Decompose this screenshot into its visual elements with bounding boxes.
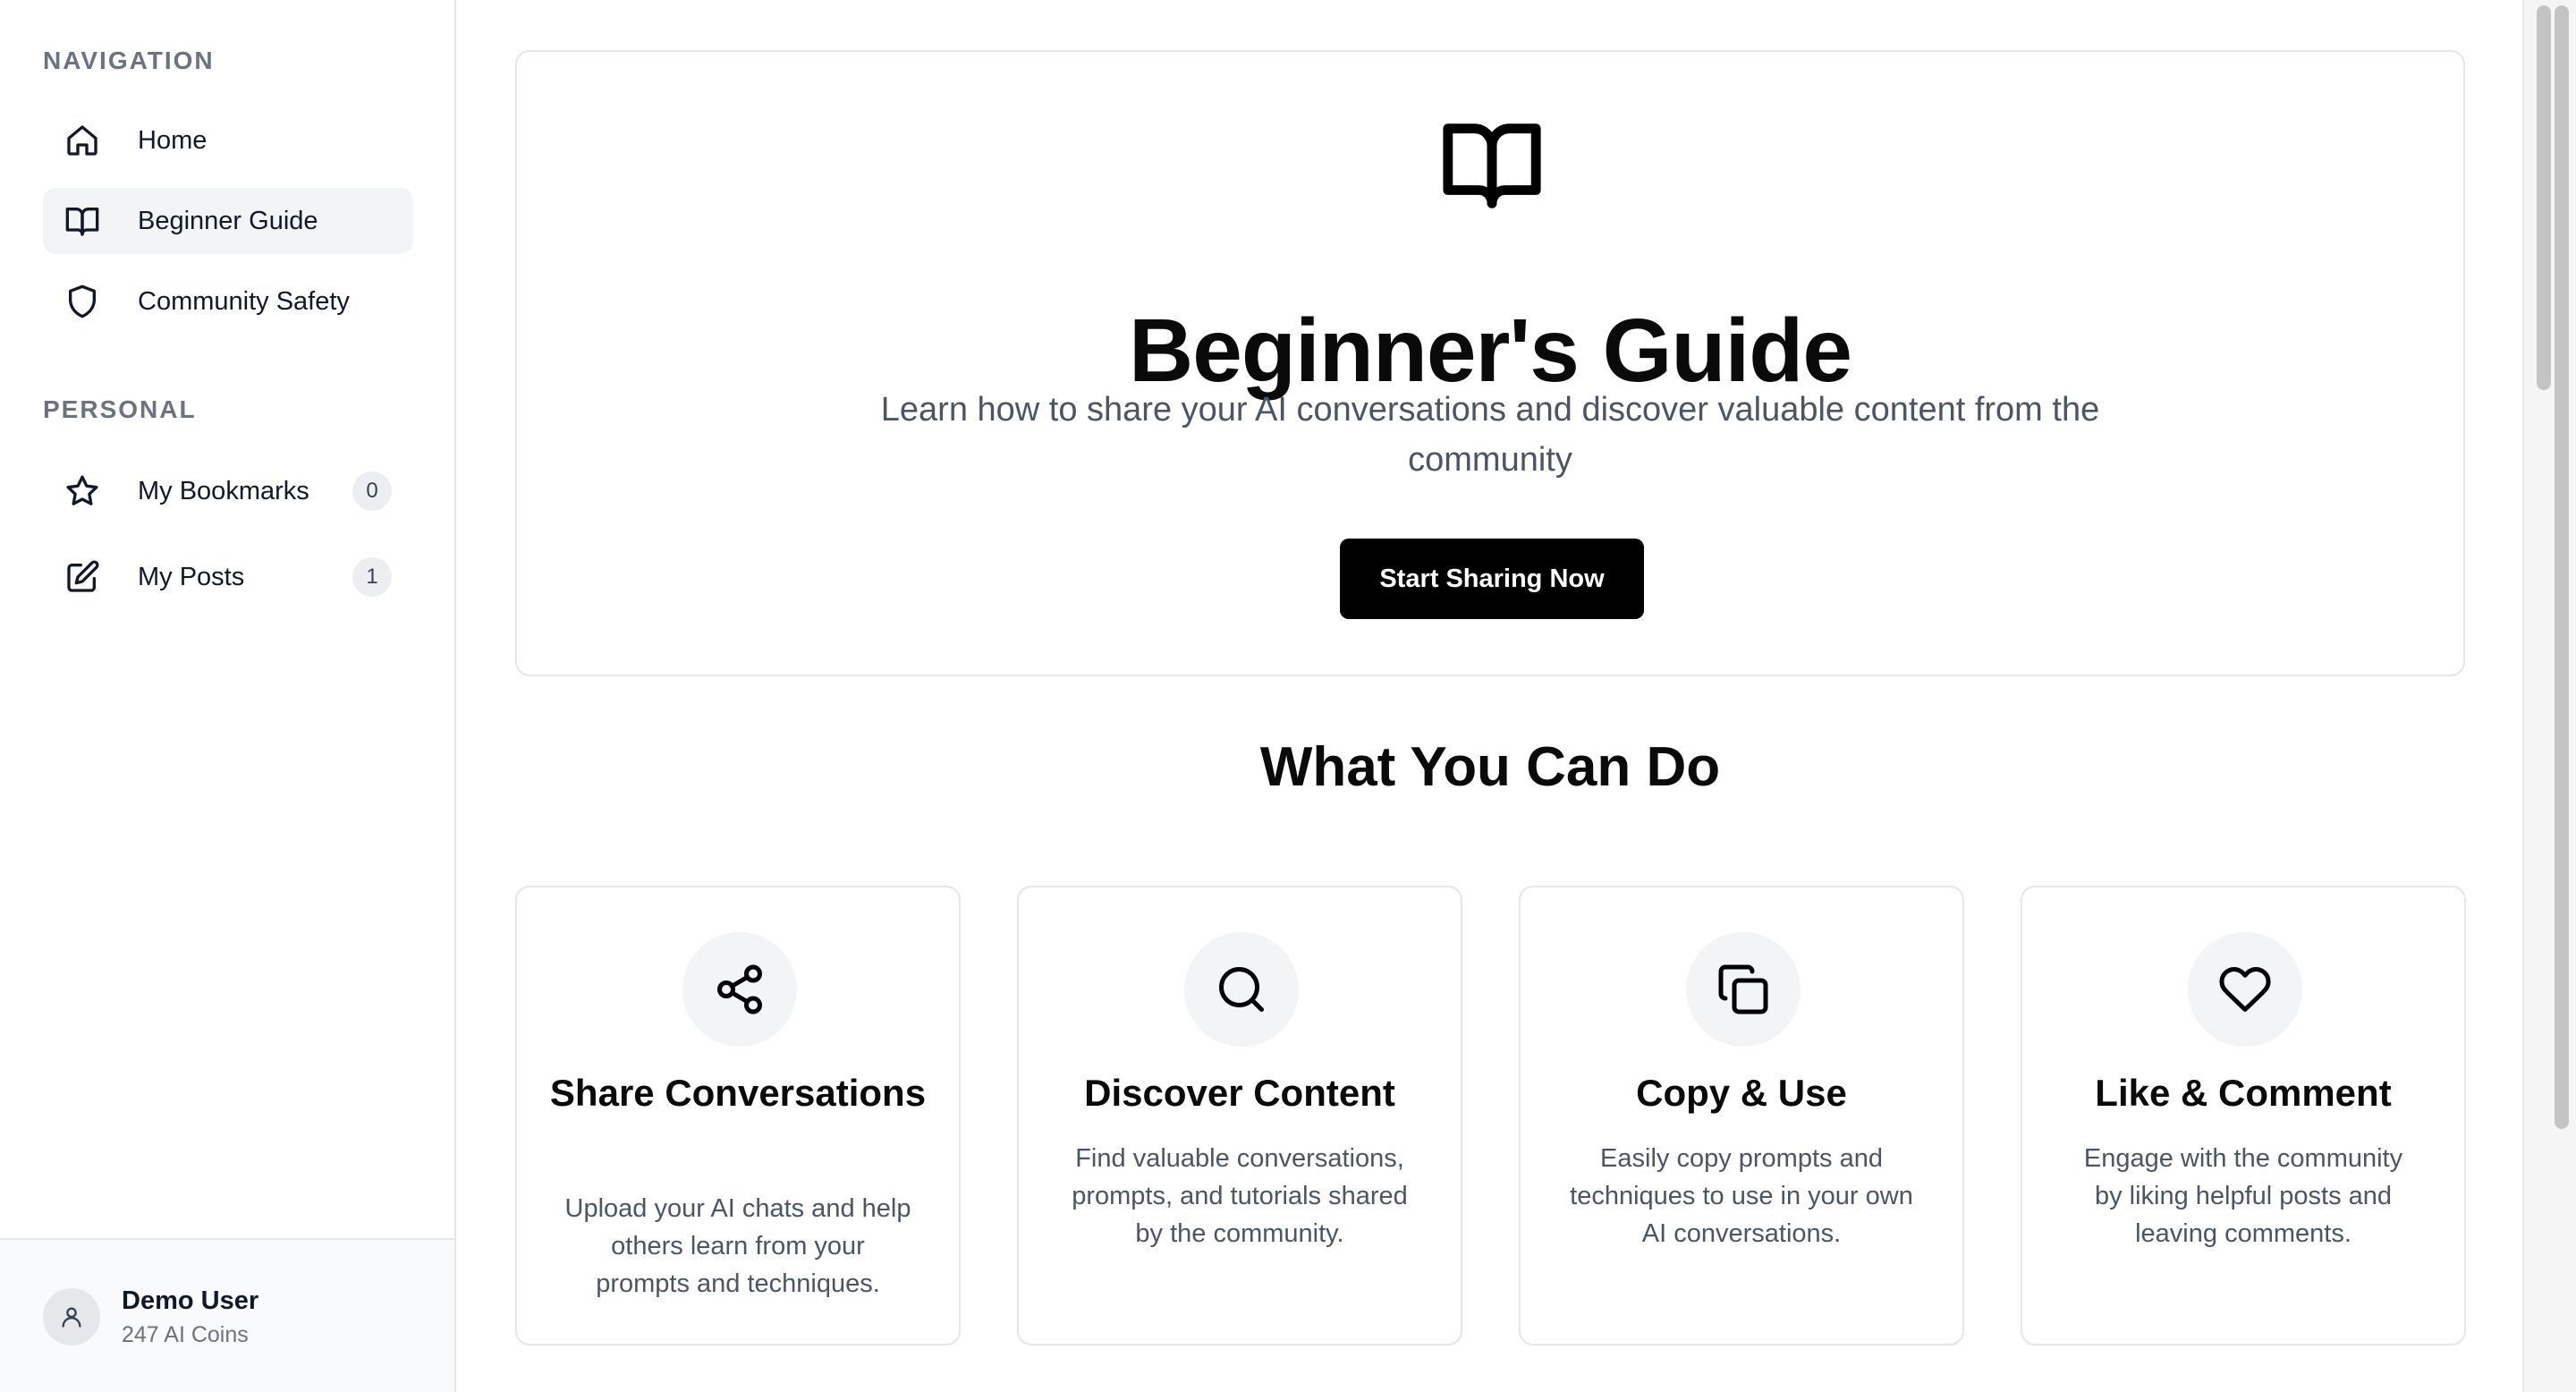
hero-card: Beginner's Guide Learn how to share your… <box>515 50 2465 676</box>
sidebar: NAVIGATION Home Beginner Guide Community… <box>0 0 456 1392</box>
features-heading: What You Can Do <box>1259 736 1721 798</box>
user-panel[interactable]: Demo User 247 AI Coins <box>0 1238 454 1392</box>
user-coins: 247 AI Coins <box>122 1322 249 1347</box>
user-icon <box>62 1307 81 1328</box>
search-icon <box>1184 932 1299 1047</box>
sidebar-item-community-safety[interactable]: Community Safety <box>43 268 413 335</box>
sidebar-item-label: Beginner Guide <box>138 206 318 235</box>
sidebar-item-label: Community Safety <box>138 286 350 316</box>
copy-icon <box>1686 932 1801 1047</box>
card-title: Like & Comment <box>2095 1072 2392 1114</box>
posts-count-badge: 1 <box>352 557 392 597</box>
start-sharing-button[interactable]: Start Sharing Now <box>1340 539 1644 619</box>
sidebar-item-my-bookmarks[interactable]: My Bookmarks 0 <box>43 458 413 524</box>
card-description: Upload your AI chats and help others lea… <box>564 1194 911 1298</box>
feature-card-copy: Copy & Use Easily copy prompts and techn… <box>1519 886 1964 1345</box>
book-open-icon <box>63 201 102 241</box>
scrollbar[interactable] <box>2522 0 2576 1392</box>
card-description: Easily copy prompts and techniques to us… <box>1570 1144 1913 1248</box>
feature-card-like: Like & Comment Engage with the community… <box>2021 886 2466 1345</box>
heart-icon <box>2188 932 2302 1047</box>
sidebar-item-label: Home <box>138 125 208 155</box>
shield-icon <box>63 282 102 321</box>
sidebar-item-beginner-guide[interactable]: Beginner Guide <box>43 188 413 254</box>
edit-icon <box>63 557 102 597</box>
sidebar-item-label: My Posts <box>138 562 245 591</box>
card-description: Engage with the community by liking help… <box>2083 1144 2403 1248</box>
feature-card-discover: Discover Content Find valuable conversat… <box>1017 886 1462 1345</box>
card-title: Copy & Use <box>1636 1072 1847 1114</box>
card-description: Find valuable conversations, prompts, an… <box>1072 1144 1408 1248</box>
card-title: Discover Content <box>1084 1072 1395 1114</box>
share-icon <box>682 932 797 1047</box>
personal-heading: PERSONAL <box>43 395 197 423</box>
main-content: Beginner's Guide Learn how to share your… <box>458 0 2522 1392</box>
avatar <box>43 1288 100 1345</box>
sidebar-item-label: My Bookmarks <box>138 476 309 505</box>
feature-card-share: Share Conversations Upload your AI chats… <box>515 886 961 1345</box>
sidebar-item-my-posts[interactable]: My Posts 1 <box>43 544 413 610</box>
card-title: Share Conversations <box>549 1072 927 1114</box>
book-open-icon <box>1443 123 1541 208</box>
home-icon <box>63 121 102 160</box>
hero-subtitle: Learn how to share your AI conversations… <box>880 391 2100 479</box>
bookmarks-count-badge: 0 <box>352 471 392 511</box>
scrollbar-thumb-inner[interactable] <box>2537 5 2551 390</box>
scrollbar-thumb[interactable] <box>2555 5 2569 1129</box>
sidebar-item-home[interactable]: Home <box>43 107 413 174</box>
star-icon <box>63 471 102 511</box>
user-name: Demo User <box>122 1286 259 1315</box>
navigation-heading: NAVIGATION <box>43 47 215 74</box>
page-title: Beginner's Guide <box>1129 301 1852 401</box>
